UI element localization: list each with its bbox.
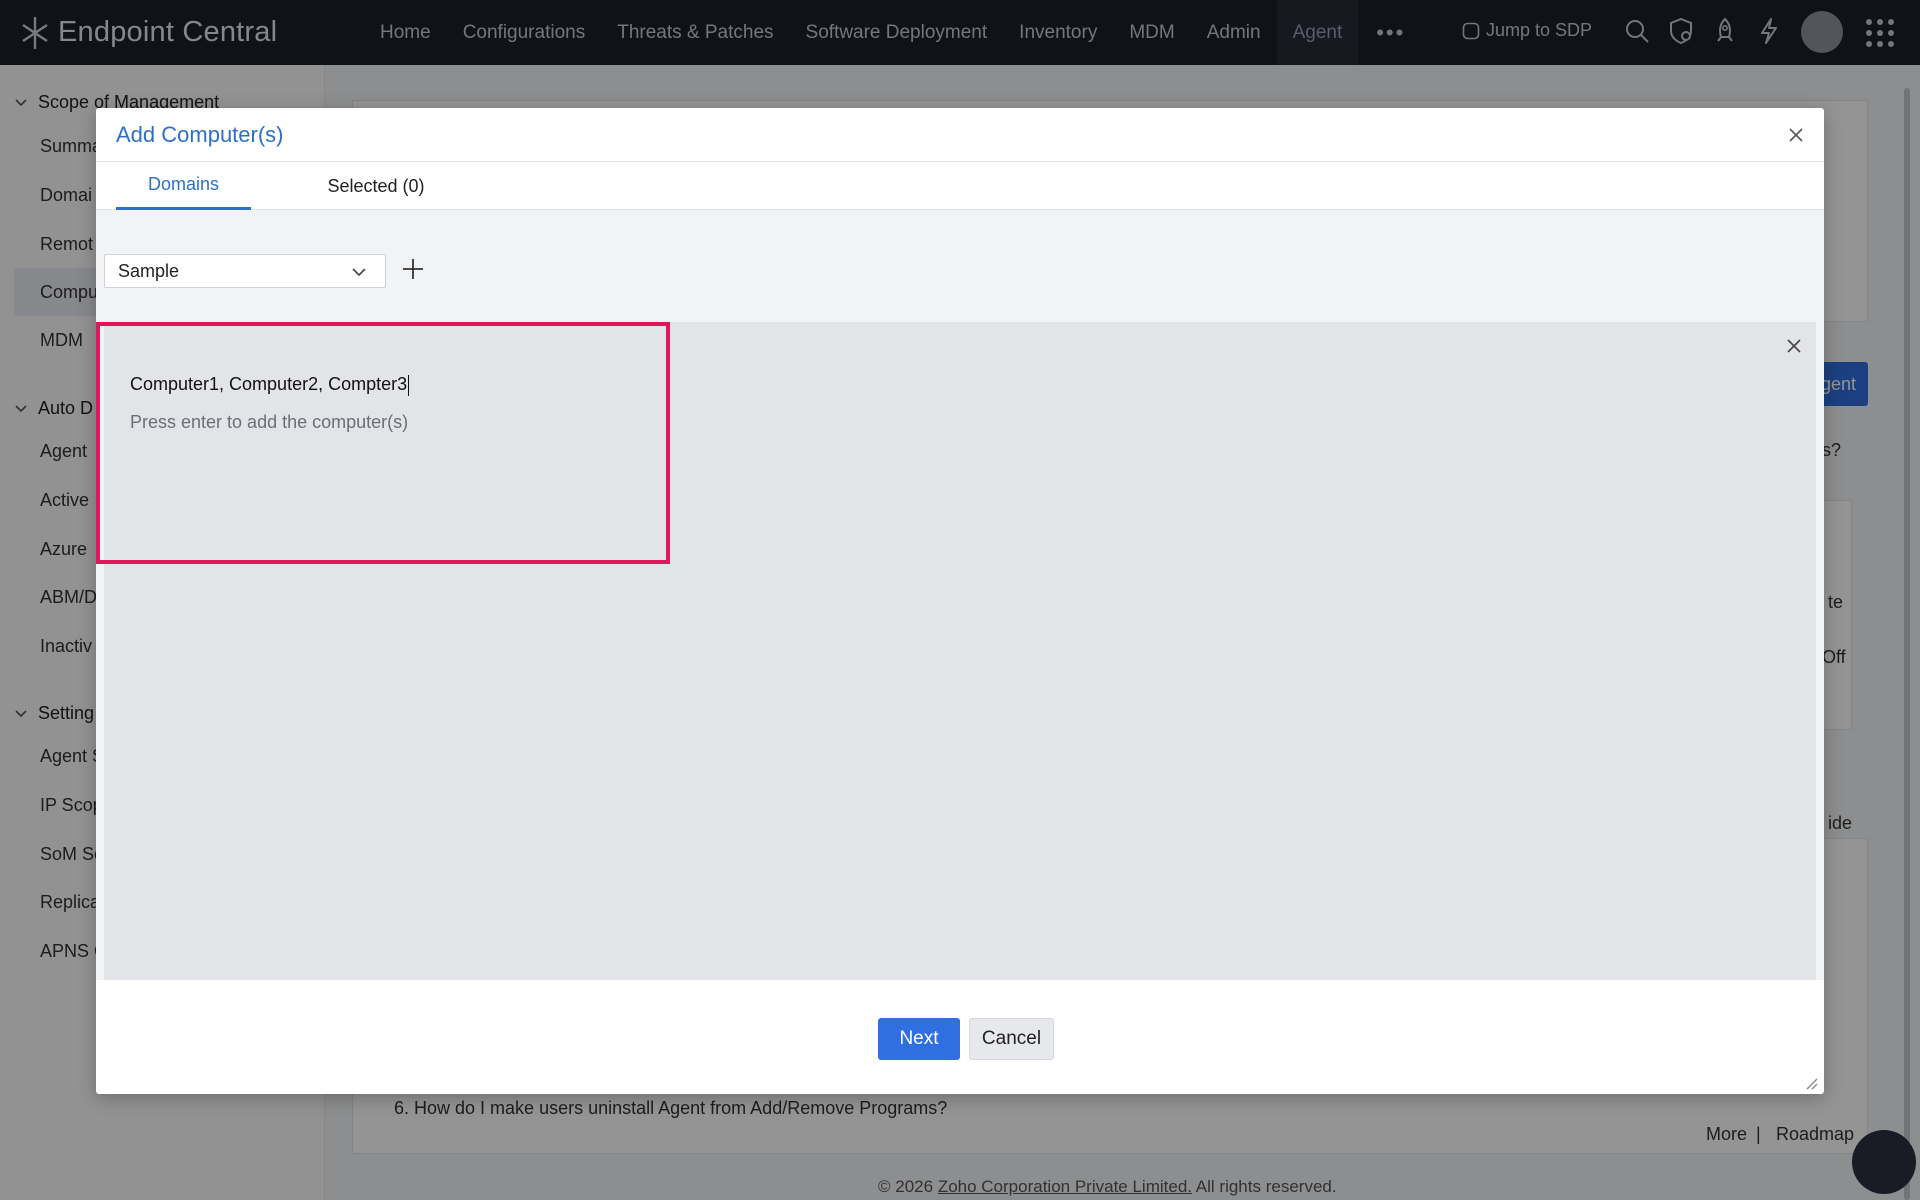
cancel-button[interactable]: Cancel: [969, 1018, 1054, 1060]
plus-icon[interactable]: [400, 256, 426, 282]
add-computers-dialog: Add Computer(s) Domains Selected (0) Sam…: [96, 108, 1824, 1094]
text-cursor: [408, 374, 410, 396]
entry-hint: Press enter to add the computer(s): [130, 412, 409, 432]
next-button[interactable]: Next: [878, 1018, 960, 1060]
computer-names-value: Computer1, Computer2, Compter3: [130, 374, 408, 394]
chevron-down-icon: [352, 268, 366, 277]
close-icon[interactable]: [1786, 125, 1806, 145]
tab-domains[interactable]: Domains: [116, 162, 251, 210]
domain-select-value: Sample: [118, 260, 180, 281]
dialog-body: Sample Computer1, Computer2, Compter3 Pr…: [96, 210, 1824, 980]
dialog-footer: [96, 980, 1824, 1094]
resize-grip-icon[interactable]: [1802, 1074, 1818, 1090]
dialog-tabs: Domains Selected (0): [96, 162, 1824, 210]
tab-selected[interactable]: Selected (0): [296, 162, 456, 210]
computer-entry-area[interactable]: Computer1, Computer2, Compter3 Press ent…: [104, 322, 1816, 980]
domain-select[interactable]: Sample: [104, 254, 386, 288]
dialog-header: Add Computer(s): [96, 108, 1824, 162]
dialog-title: Add Computer(s): [116, 122, 284, 147]
close-icon[interactable]: [1784, 336, 1804, 356]
computer-names-input[interactable]: Computer1, Computer2, Compter3: [130, 374, 410, 396]
